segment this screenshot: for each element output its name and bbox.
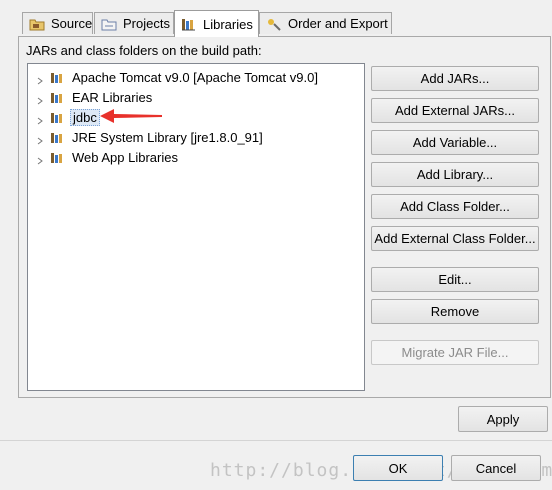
tree-item-label: Web App Libraries [72,149,178,165]
panel-description: JARs and class folders on the build path… [26,43,262,58]
tab-source-label: Source [51,16,93,31]
tab-order-export[interactable]: Order and Export [259,12,392,34]
tree-item-jre-system-library[interactable]: JRE System Library [jre1.8.0_91] [36,128,265,146]
source-folder-icon [29,17,45,31]
add-library-button[interactable]: Add Library... [371,162,539,187]
edit-button[interactable]: Edit... [371,267,539,292]
build-path-tree[interactable]: Apache Tomcat v9.0 [Apache Tomcat v9.0] … [27,63,365,391]
expand-arrow-icon[interactable] [36,93,44,105]
tab-libraries-label: Libraries [203,16,253,32]
add-variable-button[interactable]: Add Variable... [371,130,539,155]
tree-item-web-app-libraries[interactable]: Web App Libraries [36,148,180,166]
library-icon [50,130,66,144]
expand-arrow-icon[interactable] [36,133,44,145]
tree-item-jdbc[interactable]: jdbc [36,108,100,126]
order-export-icon [266,17,282,31]
tab-libraries[interactable]: Libraries [174,10,259,37]
add-class-folder-button[interactable]: Add Class Folder... [371,194,539,219]
projects-icon [101,17,117,31]
tree-item-apache-tomcat[interactable]: Apache Tomcat v9.0 [Apache Tomcat v9.0] [36,68,320,86]
tab-projects-label: Projects [123,16,170,31]
tab-source[interactable]: Source [22,12,93,34]
footer-divider [0,440,552,441]
tab-projects[interactable]: Projects [94,12,174,34]
add-external-jars-button[interactable]: Add External JARs... [371,98,539,123]
tree-item-label: JRE System Library [jre1.8.0_91] [72,129,263,145]
libraries-icon [181,17,197,31]
expand-arrow-icon[interactable] [36,113,44,125]
expand-arrow-icon[interactable] [36,153,44,165]
annotation-arrow-icon [100,109,162,123]
migrate-jar-button[interactable]: Migrate JAR File... [371,340,539,365]
library-icon [50,70,66,84]
add-external-class-folder-button[interactable]: Add External Class Folder... [371,226,539,251]
add-jars-button[interactable]: Add JARs... [371,66,539,91]
tab-bar: Source Projects Libraries Order and Expo… [0,0,552,37]
library-icon [50,150,66,164]
library-icon [50,90,66,104]
tree-item-label: Apache Tomcat v9.0 [Apache Tomcat v9.0] [72,69,318,85]
remove-button[interactable]: Remove [371,299,539,324]
tree-item-label: jdbc [70,108,100,126]
tab-order-export-label: Order and Export [288,16,388,31]
expand-arrow-icon[interactable] [36,73,44,85]
ok-button[interactable]: OK [353,455,443,481]
tree-item-label: EAR Libraries [72,89,153,105]
library-icon [50,110,66,124]
apply-button[interactable]: Apply [458,406,548,432]
cancel-button[interactable]: Cancel [451,455,541,481]
tree-item-ear-libraries[interactable]: EAR Libraries [36,88,154,106]
